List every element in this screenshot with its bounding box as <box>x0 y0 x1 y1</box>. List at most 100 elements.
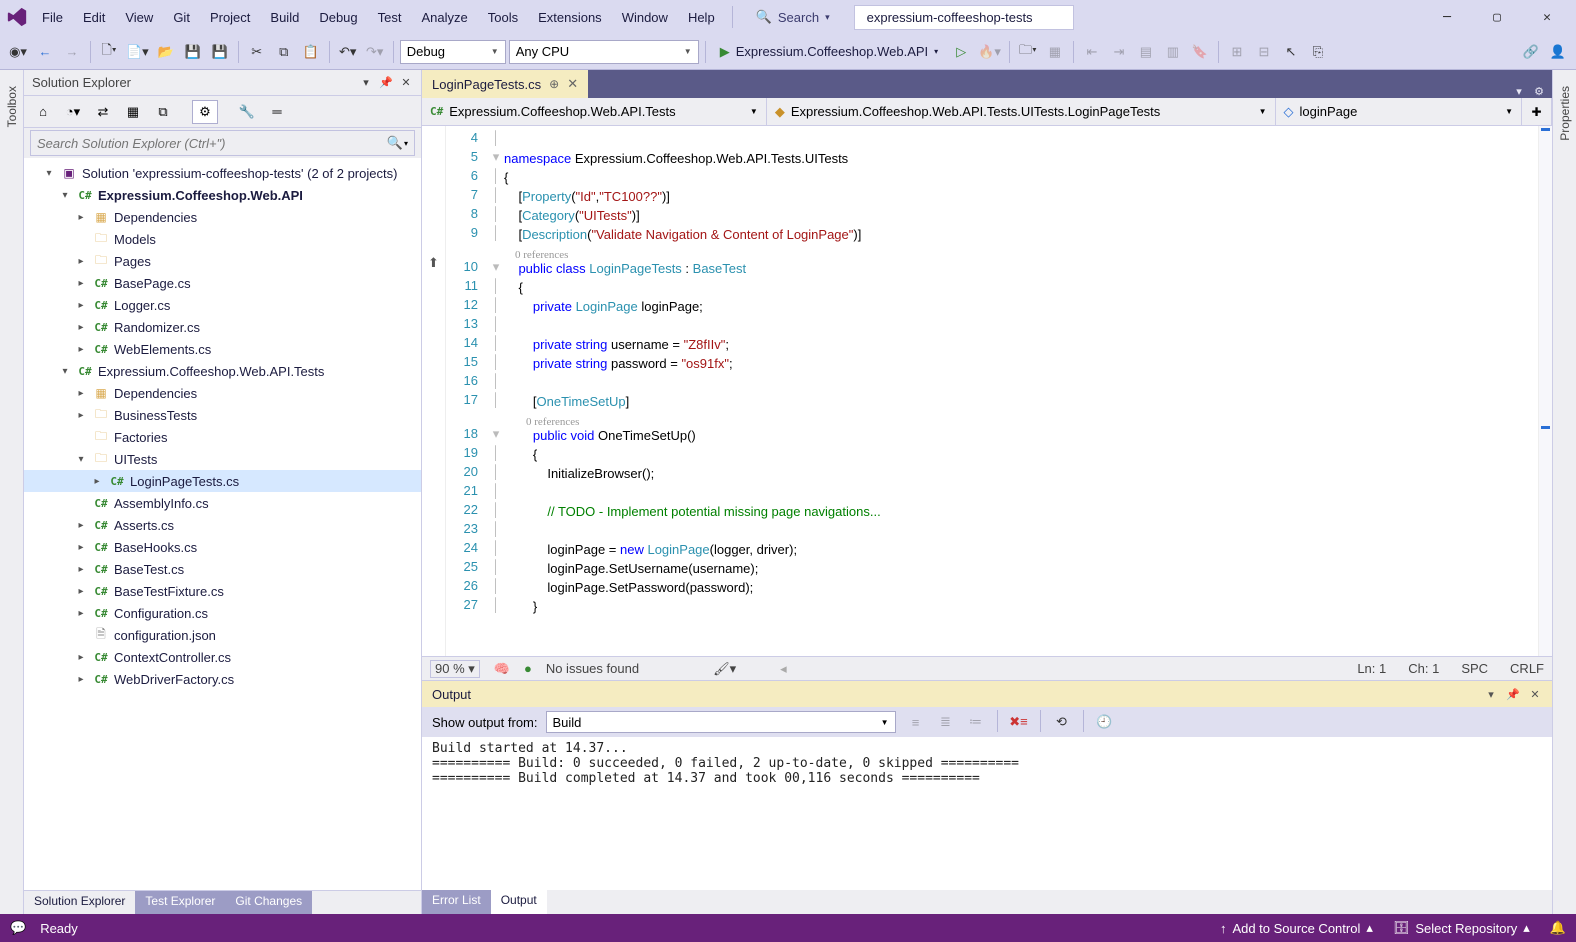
space-indicator[interactable]: SPC <box>1461 661 1488 676</box>
col-indicator[interactable]: Ch: 1 <box>1408 661 1439 676</box>
tree-node[interactable]: ▸C#Configuration.cs <box>24 602 421 624</box>
tree-node[interactable]: ▸C#WebDriverFactory.cs <box>24 668 421 690</box>
browse-button[interactable]: 🗀▾ <box>1016 40 1040 64</box>
save-all-button[interactable]: 💾 <box>208 40 232 64</box>
tree-node[interactable]: C#AssemblyInfo.cs <box>24 492 421 514</box>
split-button[interactable]: ✚ <box>1522 98 1552 125</box>
tree-node[interactable]: ▸▦Dependencies <box>24 206 421 228</box>
solution-search-input[interactable] <box>37 136 386 151</box>
cut-button[interactable]: ✂ <box>245 40 269 64</box>
line-indicator[interactable]: Ln: 1 <box>1357 661 1386 676</box>
pane-close-icon[interactable]: ✕ <box>399 76 413 90</box>
copy-button[interactable]: ⧉ <box>272 40 296 64</box>
menu-edit[interactable]: Edit <box>73 6 115 29</box>
undo-button[interactable]: ↶▾ <box>336 40 360 64</box>
tree-node[interactable]: ▾▣Solution 'expressium-coffeeshop-tests'… <box>24 162 421 184</box>
pane-menu-icon[interactable]: ▾ <box>1484 687 1498 701</box>
eol-indicator[interactable]: CRLF <box>1510 661 1544 676</box>
left-tab[interactable]: Test Explorer <box>135 891 225 914</box>
properties-tab[interactable]: Properties <box>1556 76 1574 151</box>
menu-view[interactable]: View <box>115 6 163 29</box>
out-btn-1[interactable]: ≡ <box>904 710 928 734</box>
feedback-icon[interactable]: 💬 <box>10 920 26 936</box>
tree-node[interactable]: 🗀Models <box>24 228 421 250</box>
expand-icon[interactable]: ▸ <box>74 608 88 619</box>
wrap-button[interactable]: ⟲ <box>1050 710 1074 734</box>
notifications-icon[interactable]: 🔔 <box>1550 920 1566 936</box>
file-tab-active[interactable]: LoginPageTests.cs ⊕ ✕ <box>422 70 588 98</box>
tree-node[interactable]: ▸🗀Pages <box>24 250 421 272</box>
solution-tree[interactable]: ▾▣Solution 'expressium-coffeeshop-tests'… <box>24 158 421 890</box>
search-icon[interactable]: 🔍 <box>386 135 404 151</box>
expand-icon[interactable]: ▸ <box>74 564 88 575</box>
toolbox-tab[interactable]: Toolbox <box>3 76 21 137</box>
start-debug-button[interactable]: ▶ Expressium.Coffeeshop.Web.API ▾ <box>712 40 946 64</box>
tree-node[interactable]: ▸C#BaseTest.cs <box>24 558 421 580</box>
home-button[interactable]: ⌂ <box>30 100 56 124</box>
expand-icon[interactable]: ▾ <box>58 366 72 377</box>
live-share-button[interactable]: 👤 <box>1546 40 1570 64</box>
close-button[interactable]: ✕ <box>1524 2 1570 32</box>
pin-icon[interactable]: ⊕ <box>549 77 559 91</box>
tree-node[interactable]: ▸🗀BusinessTests <box>24 404 421 426</box>
indent-less-button[interactable]: ⇤ <box>1080 40 1104 64</box>
expand-icon[interactable]: ▸ <box>74 652 88 663</box>
expand-icon[interactable]: ▸ <box>74 542 88 553</box>
minimize-button[interactable]: ─ <box>1424 2 1470 32</box>
tree-node[interactable]: 🗎configuration.json <box>24 624 421 646</box>
tree-node[interactable]: ▾🗀UITests <box>24 448 421 470</box>
menu-tools[interactable]: Tools <box>478 6 528 29</box>
output-tab[interactable]: Error List <box>422 890 491 914</box>
menu-analyze[interactable]: Analyze <box>411 6 477 29</box>
menu-extensions[interactable]: Extensions <box>528 6 612 29</box>
issues-label[interactable]: No issues found <box>546 661 639 676</box>
maximize-button[interactable]: ▢ <box>1474 2 1520 32</box>
expand-icon[interactable]: ▸ <box>74 674 88 685</box>
output-tab[interactable]: Output <box>491 890 547 914</box>
tree-node[interactable]: ▸C#BaseTestFixture.cs <box>24 580 421 602</box>
brush-icon[interactable]: 🖌▾ <box>713 661 736 677</box>
menu-window[interactable]: Window <box>612 6 678 29</box>
pane-close-icon[interactable]: ✕ <box>1528 687 1542 701</box>
nav-back-button[interactable]: ← <box>33 40 57 64</box>
member-context-dropdown[interactable]: ◇ loginPage▼ <box>1276 98 1522 125</box>
scroll-left-icon[interactable]: ◂ <box>780 661 787 677</box>
expand-icon[interactable]: ▸ <box>74 212 88 223</box>
bookmark-button[interactable]: 🔖 <box>1188 40 1212 64</box>
expand-icon[interactable]: ▾ <box>74 454 88 465</box>
breakpoint-margin[interactable]: ⬆ <box>422 126 446 656</box>
expand-icon[interactable]: ▸ <box>74 344 88 355</box>
share-button[interactable]: 🔗 <box>1519 40 1543 64</box>
sln-btn-6[interactable]: ⚙ <box>192 100 218 124</box>
tree-node[interactable]: ▸C#ContextController.cs <box>24 646 421 668</box>
configuration-dropdown[interactable]: Debug▼ <box>400 40 506 64</box>
output-text[interactable]: Build started at 14.37... ========== Bui… <box>422 737 1552 890</box>
left-tab[interactable]: Solution Explorer <box>24 891 135 914</box>
left-tab[interactable]: Git Changes <box>225 891 312 914</box>
expand-icon[interactable]: ▸ <box>74 388 88 399</box>
expand-icon[interactable]: ▾ <box>58 190 72 201</box>
paste-button[interactable]: 📋 <box>299 40 323 64</box>
solution-search[interactable]: 🔍▾ <box>30 130 415 156</box>
class-context-dropdown[interactable]: ◆ Expressium.Coffeeshop.Web.API.Tests.UI… <box>767 98 1276 125</box>
tree-node[interactable]: ▸C#WebElements.cs <box>24 338 421 360</box>
hot-reload-button[interactable]: 🔥▾ <box>976 40 1003 64</box>
expand-icon[interactable]: ▸ <box>74 410 88 421</box>
project-context-dropdown[interactable]: C# Expressium.Coffeeshop.Web.API.Tests▼ <box>422 98 767 125</box>
zoom-dropdown[interactable]: 90 % ▾ <box>430 660 480 678</box>
menu-build[interactable]: Build <box>260 6 309 29</box>
tb-icon-1[interactable]: ▦ <box>1043 40 1067 64</box>
fold-margin[interactable]: │▾││││▾│││││││▾│││││││││ <box>488 126 504 656</box>
out-btn-3[interactable]: ≔ <box>964 710 988 734</box>
sln-btn-4[interactable]: ▦ <box>120 100 146 124</box>
tb-icon-a[interactable]: ⊞ <box>1225 40 1249 64</box>
intellisense-icon[interactable]: 🧠 <box>494 661 510 677</box>
save-button[interactable]: 💾 <box>181 40 205 64</box>
tree-node[interactable]: ▾C#Expressium.Coffeeshop.Web.API.Tests <box>24 360 421 382</box>
sln-btn-5[interactable]: ⧉ <box>150 100 176 124</box>
tree-node[interactable]: ▸C#LoginPageTests.cs <box>24 470 421 492</box>
expand-icon[interactable]: ▸ <box>74 256 88 267</box>
tb-icon-c[interactable]: ↖ <box>1279 40 1303 64</box>
start-no-debug-button[interactable]: ▷ <box>949 40 973 64</box>
solution-name-box[interactable]: expressium-coffeeshop-tests <box>854 5 1074 30</box>
